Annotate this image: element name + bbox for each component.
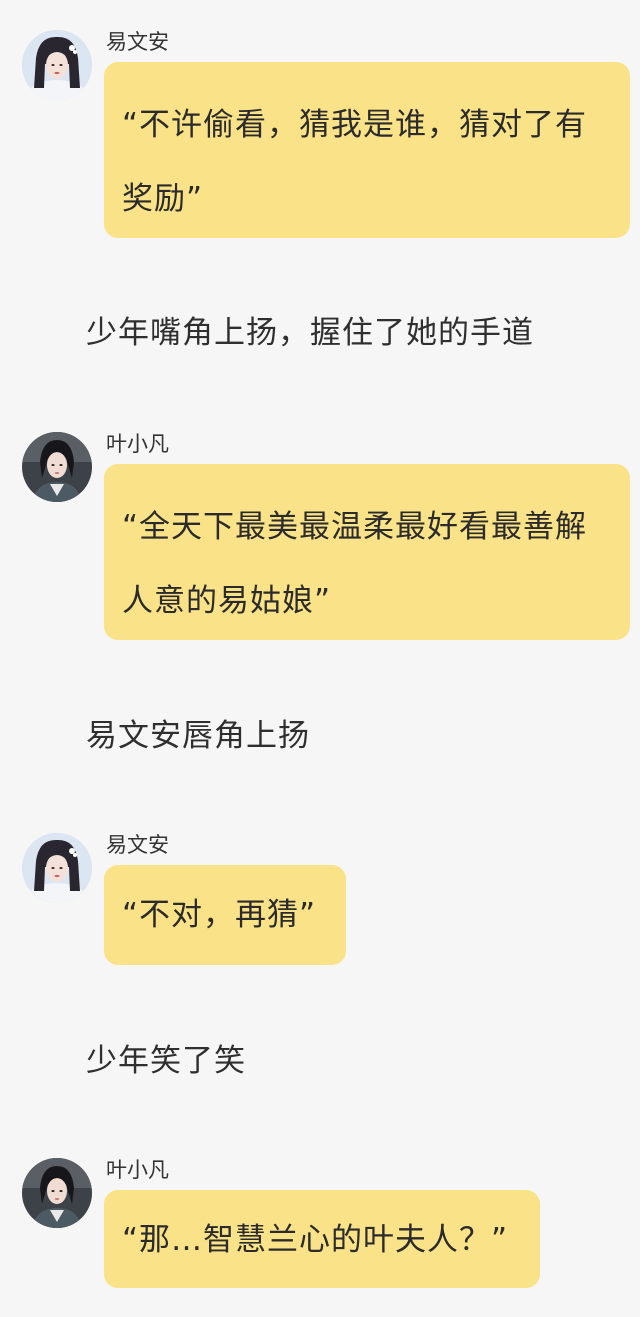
avatar-female[interactable] [22, 833, 92, 903]
message-bubble[interactable]: “不对，再猜” [104, 865, 346, 965]
sender-name: 叶小凡 [106, 1158, 169, 1182]
male-avatar-icon [22, 432, 92, 502]
sender-name: 叶小凡 [106, 432, 169, 456]
narration-text: 少年笑了笑 [86, 1043, 246, 1079]
sender-name: 易文安 [106, 30, 169, 54]
female-avatar-icon [22, 833, 92, 903]
narration-text: 易文安唇角上扬 [86, 718, 310, 754]
avatar-male[interactable] [22, 1158, 92, 1228]
female-avatar-icon [22, 30, 92, 100]
message-bubble[interactable]: “不许偷看，猜我是谁，猜对了有奖励” [104, 62, 630, 238]
avatar-male[interactable] [22, 432, 92, 502]
message-bubble[interactable]: “全天下最美最温柔最好看最善解人意的易姑娘” [104, 464, 630, 640]
message-bubble[interactable]: “那…智慧兰心的叶夫人？” [104, 1190, 540, 1288]
avatar-female[interactable] [22, 30, 92, 100]
sender-name: 易文安 [106, 833, 169, 857]
narration-text: 少年嘴角上扬，握住了她的手道 [86, 315, 534, 351]
male-avatar-icon [22, 1158, 92, 1228]
